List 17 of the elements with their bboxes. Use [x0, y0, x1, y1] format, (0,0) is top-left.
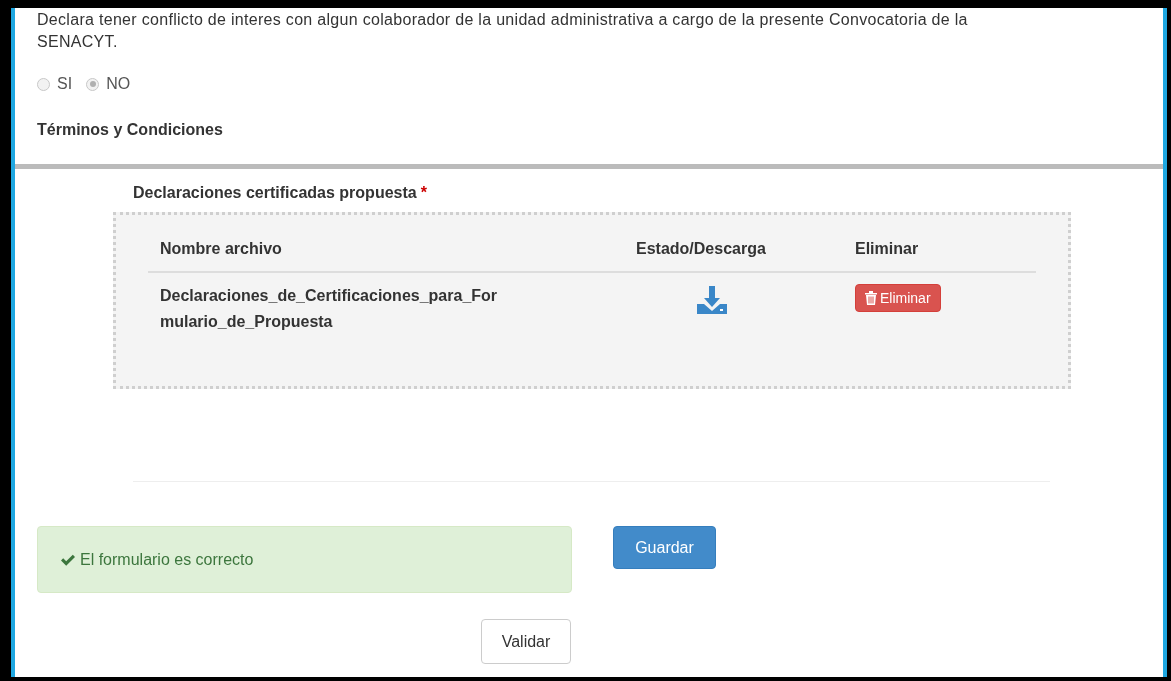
column-header: Estado/Descarga: [636, 239, 767, 259]
validate-button[interactable]: Validar: [481, 619, 571, 664]
alert-message: El formulario es correcto: [80, 549, 254, 570]
radio-label: SI: [57, 74, 73, 94]
save-button[interactable]: Guardar: [613, 526, 716, 569]
trash-icon: [865, 291, 877, 305]
file-name: Declaraciones_de_Certificaciones_para_Formulario_de_Propuesta: [159, 286, 499, 332]
delete-button[interactable]: Eliminar: [855, 284, 941, 312]
declaration-text: Declara tener conflicto de interes con algun colaborador de la unidad administrativa a cargo de la presente Convocatoria de la SENACYT.: [37, 10, 969, 52]
required-mark: *: [420, 184, 427, 201]
column-header: Nombre archivo: [159, 239, 283, 259]
section-title: Términos y Condiciones: [37, 120, 224, 140]
radio-label: NO: [106, 74, 131, 94]
download-icon[interactable]: [697, 285, 727, 315]
checkmark-icon: [60, 552, 76, 567]
field-label: Declaraciones certificadas propuesta: [133, 184, 417, 201]
column-header: Eliminar: [855, 239, 920, 259]
